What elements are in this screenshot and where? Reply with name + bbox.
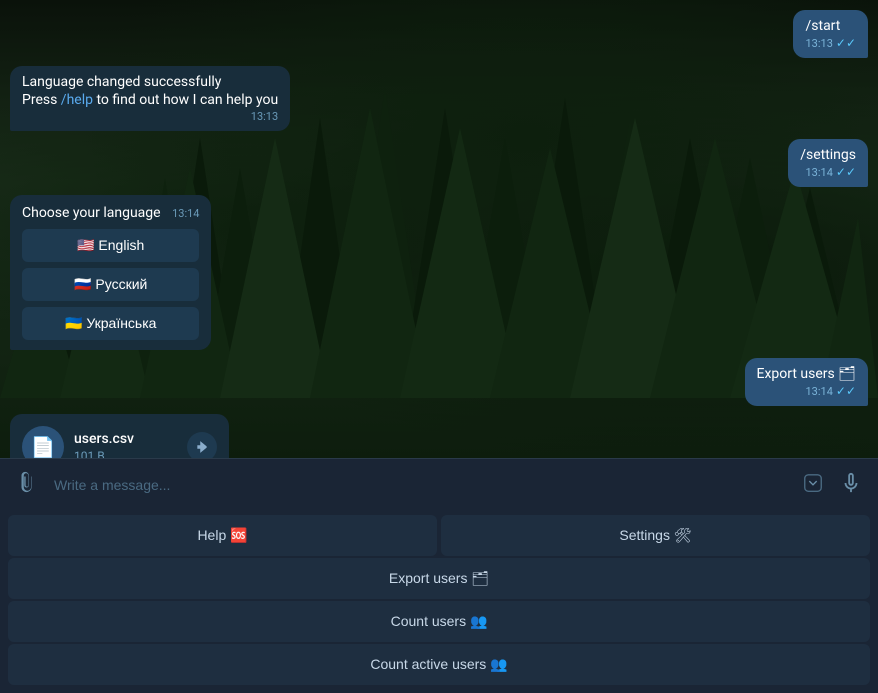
export-bubble: Export users 🗂 13:14 ✓✓ — [745, 358, 868, 406]
file-size: 101 B — [74, 449, 177, 458]
kb-row-1: Help 🆘 Settings 🛠 — [8, 515, 870, 556]
file-icon: 📄 — [22, 426, 64, 458]
start-bubble: /start 13:13 ✓✓ — [793, 10, 868, 58]
attach-button[interactable] — [12, 467, 42, 503]
file-bubble: 📄 users.csv 101 B Total users: 1 — [10, 414, 229, 458]
file-name: users.csv — [74, 431, 177, 447]
file-details: users.csv 101 B — [74, 431, 177, 458]
message-choose-lang: Choose your language 13:14 🇺🇸 English 🇷🇺… — [10, 195, 868, 350]
start-text: /start — [805, 18, 856, 34]
file-info: 📄 users.csv 101 B — [22, 426, 217, 458]
export-time: 13:14 — [805, 385, 832, 398]
help-button[interactable]: Help 🆘 — [8, 515, 437, 556]
messages-container: /start 13:13 ✓✓ Language changed success… — [0, 0, 878, 458]
lang-changed-text: Language changed successfully — [22, 74, 278, 90]
settings-bubble: /settings 13:14 ✓✓ — [788, 139, 868, 187]
lang-changed-subtext: Press /help to find out how I can help y… — [22, 92, 278, 108]
lang-choice-time: 13:14 — [172, 207, 199, 220]
message-start: /start 13:13 ✓✓ — [10, 10, 868, 58]
count-active-users-button[interactable]: Count active users 👥 — [8, 644, 870, 685]
mic-button[interactable] — [836, 468, 866, 503]
russian-lang-btn[interactable]: 🇷🇺 Русский — [22, 268, 199, 301]
keyboard-buttons: Help 🆘 Settings 🛠 Export users 🗂 Count u… — [0, 511, 878, 693]
start-time: 13:13 — [805, 37, 832, 50]
lang-changed-bubble: Language changed successfully Press /hel… — [10, 66, 290, 131]
input-area — [0, 459, 878, 511]
message-file: 📄 users.csv 101 B Total users: 1 — [10, 414, 868, 458]
ukrainian-lang-btn[interactable]: 🇺🇦 Українська — [22, 307, 199, 340]
export-users-button[interactable]: Export users 🗂 — [8, 558, 870, 599]
message-input[interactable] — [50, 473, 790, 497]
settings-time: 13:14 — [805, 166, 832, 179]
help-link[interactable]: /help — [61, 92, 93, 108]
settings-read: ✓✓ — [836, 165, 856, 179]
settings-text: /settings — [800, 147, 856, 163]
message-lang-changed: Language changed successfully Press /hel… — [10, 66, 868, 131]
english-lang-btn[interactable]: 🇺🇸 English — [22, 229, 199, 262]
scroll-down-button[interactable] — [798, 468, 828, 503]
lang-choice-title: Choose your language 13:14 — [22, 205, 199, 221]
kb-row-4: Count active users 👥 — [8, 644, 870, 685]
chat-area: /start 13:13 ✓✓ Language changed success… — [0, 0, 878, 458]
kb-row-3: Count users 👥 — [8, 601, 870, 642]
message-settings: /settings 13:14 ✓✓ — [10, 139, 868, 187]
lang-changed-time: 13:13 — [251, 110, 278, 123]
message-export: Export users 🗂 13:14 ✓✓ — [10, 358, 868, 406]
settings-button[interactable]: Settings 🛠 — [441, 515, 870, 556]
export-text: Export users 🗂 — [757, 366, 856, 382]
count-users-button[interactable]: Count users 👥 — [8, 601, 870, 642]
start-read: ✓✓ — [836, 36, 856, 50]
kb-row-2: Export users 🗂 — [8, 558, 870, 599]
export-read: ✓✓ — [836, 384, 856, 398]
file-forward-btn[interactable] — [187, 432, 217, 458]
lang-choice-bubble: Choose your language 13:14 🇺🇸 English 🇷🇺… — [10, 195, 211, 350]
bottom-bar: Help 🆘 Settings 🛠 Export users 🗂 Count u… — [0, 458, 878, 693]
